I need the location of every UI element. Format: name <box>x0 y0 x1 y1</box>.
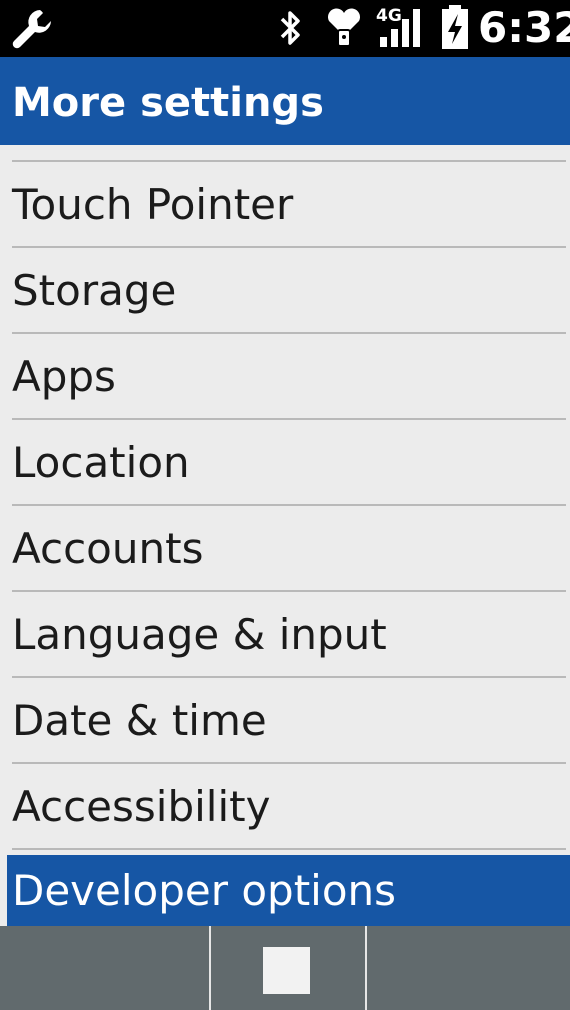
settings-item-touch-pointer[interactable]: Touch Pointer <box>0 162 570 248</box>
right-softkey[interactable] <box>367 926 570 1010</box>
settings-item-label: Accessibility <box>12 782 271 831</box>
app-header: More settings <box>0 57 570 145</box>
heart-lock-icon <box>328 8 360 47</box>
status-bar: 4G 6:32 <box>0 0 570 57</box>
settings-item-language-input[interactable]: Language & input <box>0 592 570 678</box>
settings-item-label: Storage <box>12 266 177 315</box>
settings-item-developer-options[interactable]: Developer options <box>7 855 570 927</box>
settings-item-date-time[interactable]: Date & time <box>0 678 570 764</box>
settings-item-location[interactable]: Location <box>0 420 570 506</box>
clock-time: 6:32 <box>478 3 570 52</box>
softkey-bar <box>0 926 570 1010</box>
settings-screen: 4G 6:32 More settings Touch Pointer Stor… <box>0 0 570 1010</box>
settings-item-label: Touch Pointer <box>12 180 294 229</box>
settings-item-label: Accounts <box>12 524 204 573</box>
page-title: More settings <box>12 80 324 126</box>
settings-item-accessibility[interactable]: Accessibility <box>0 764 570 850</box>
network-type-label: 4G <box>376 6 402 26</box>
settings-item-label: Location <box>12 438 190 487</box>
settings-item-accounts[interactable]: Accounts <box>0 506 570 592</box>
settings-item-label: Language & input <box>12 610 387 659</box>
settings-item-label: Developer options <box>12 866 397 915</box>
battery-charging-icon <box>442 5 468 49</box>
list-divider <box>12 848 566 850</box>
bluetooth-icon <box>280 11 300 45</box>
wrench-icon <box>12 10 51 49</box>
4g-signal-icon: 4G <box>376 4 428 50</box>
settings-item-storage[interactable]: Storage <box>0 248 570 334</box>
settings-item-label: Apps <box>12 352 116 401</box>
settings-item-apps[interactable]: Apps <box>0 334 570 420</box>
left-softkey[interactable] <box>0 926 209 1010</box>
settings-item-label: Date & time <box>12 696 267 745</box>
stop-square-icon <box>263 947 310 994</box>
